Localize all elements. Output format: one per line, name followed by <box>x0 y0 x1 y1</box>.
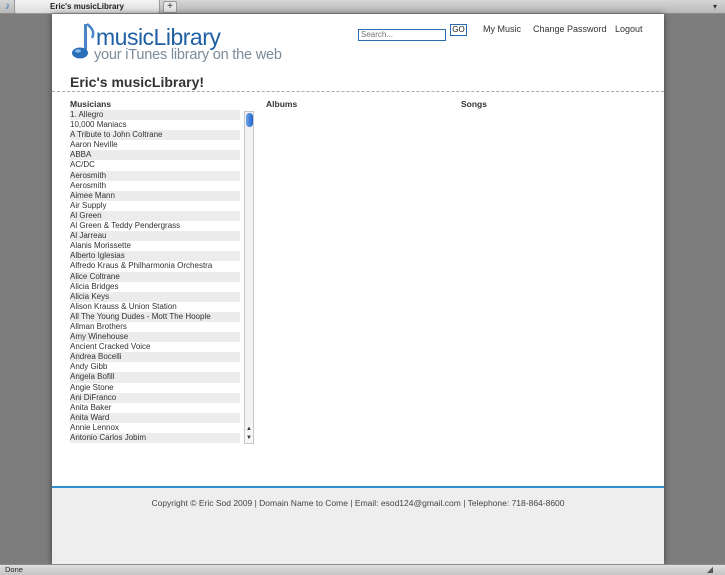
footer-text: Copyright © Eric Sod 2009 | Domain Name … <box>151 498 565 508</box>
musician-list-item[interactable]: Alanis Morissette <box>70 241 240 251</box>
search-form: GO <box>358 24 467 42</box>
musician-list-item[interactable]: AC/DC <box>70 160 240 170</box>
site-footer: Copyright © Eric Sod 2009 | Domain Name … <box>52 488 664 564</box>
tab-list-menu-icon[interactable]: ▾ <box>711 2 719 12</box>
nav-my-music-link[interactable]: My Music <box>483 24 521 34</box>
musician-list-item[interactable]: Anita Ward <box>70 412 240 423</box>
musician-list-item[interactable]: All The Young Dudes - Mott The Hoople <box>70 311 240 322</box>
page-title: Eric's musicLibrary! <box>70 74 205 90</box>
musician-list-item[interactable]: A Tribute to John Coltrane <box>70 130 240 141</box>
musician-list-item[interactable]: Annie Lennox <box>70 423 240 433</box>
musician-list-item[interactable]: Angela Bofill <box>70 372 240 383</box>
musician-list-item[interactable]: Alicia Keys <box>70 291 240 302</box>
musician-list-item[interactable]: Aaron Neville <box>70 140 240 150</box>
musician-list-item[interactable]: Alison Krauss & Union Station <box>70 302 240 312</box>
musician-list-item[interactable]: 1. Allegro <box>70 110 240 121</box>
site-logo[interactable]: musicLibrary your iTunes library on the … <box>70 20 290 64</box>
musician-list: 1. Allegro 10,000 Maniacs A Tribute to Joh… <box>70 110 254 445</box>
nav-logout-link[interactable]: Logout <box>615 24 643 34</box>
new-tab-button[interactable]: + <box>163 1 177 13</box>
songs-heading: Songs <box>461 99 487 109</box>
musician-list-item[interactable]: Andy Gibb <box>70 362 240 372</box>
resize-grip-icon[interactable]: ◢ <box>707 565 713 575</box>
title-divider <box>52 91 664 92</box>
musician-list-item[interactable]: Al Jarreau <box>70 231 240 242</box>
musician-list-item[interactable]: Andrea Bocelli <box>70 352 240 363</box>
musician-list-item[interactable]: Air Supply <box>70 201 240 211</box>
page-container: musicLibrary your iTunes library on the … <box>52 14 664 564</box>
musician-list-item[interactable]: Anita Baker <box>70 403 240 413</box>
musician-list-item[interactable]: Alicia Bridges <box>70 282 240 292</box>
musician-list-item[interactable]: Ani DiFranco <box>70 392 240 403</box>
site-header: musicLibrary your iTunes library on the … <box>52 14 664 92</box>
musician-list-item[interactable]: Aerosmith <box>70 170 240 181</box>
musician-list-item[interactable]: Antonio Carlos Jobim <box>70 433 240 444</box>
musician-list-item[interactable]: Alfredo Kraus & Philharmonia Orchestra <box>70 261 240 271</box>
musician-list-item[interactable]: Al Green & Teddy Pendergrass <box>70 221 240 231</box>
musician-list-item[interactable]: Angie Stone <box>70 383 240 393</box>
musician-list-item[interactable]: Alberto Iglesias <box>70 251 240 262</box>
musician-list-item[interactable]: 10,000 Maniacs <box>70 120 240 130</box>
scroll-up-arrow-icon[interactable]: ▲ <box>245 425 253 434</box>
nav-change-password-link[interactable]: Change Password <box>533 24 607 34</box>
scroll-down-arrow-icon[interactable]: ▼ <box>245 434 253 443</box>
musicians-heading: Musicians <box>70 99 112 109</box>
musician-list-item[interactable]: Allman Brothers <box>70 322 240 332</box>
musician-list-item[interactable]: Ancient Cracked Voice <box>70 342 240 352</box>
musician-list-scrollbar[interactable]: ▲ ▼ <box>244 111 254 444</box>
music-note-logo-icon <box>72 23 95 59</box>
browser-tab-strip: ♪ Eric's musicLibrary + ▾ <box>0 0 725 14</box>
musician-list-item[interactable]: Aerosmith <box>70 181 240 191</box>
search-input[interactable] <box>358 28 446 41</box>
status-text: Done <box>5 565 23 574</box>
musician-list-item[interactable]: Amy Winehouse <box>70 332 240 343</box>
scrollbar-thumb[interactable] <box>246 113 253 127</box>
musician-list-item[interactable]: Al Green <box>70 210 240 222</box>
musician-list-item[interactable]: Alice Coltrane <box>70 271 240 282</box>
logo-tagline: your iTunes library on the web <box>94 47 282 63</box>
browser-status-bar: Done ◢ <box>0 564 725 575</box>
search-go-button[interactable]: GO <box>450 24 467 36</box>
musician-list-item[interactable]: Aimee Mann <box>70 190 240 201</box>
musician-list-item[interactable]: ABBA <box>70 150 240 161</box>
browser-tab[interactable]: Eric's musicLibrary <box>14 0 160 14</box>
albums-heading: Albums <box>266 99 298 109</box>
